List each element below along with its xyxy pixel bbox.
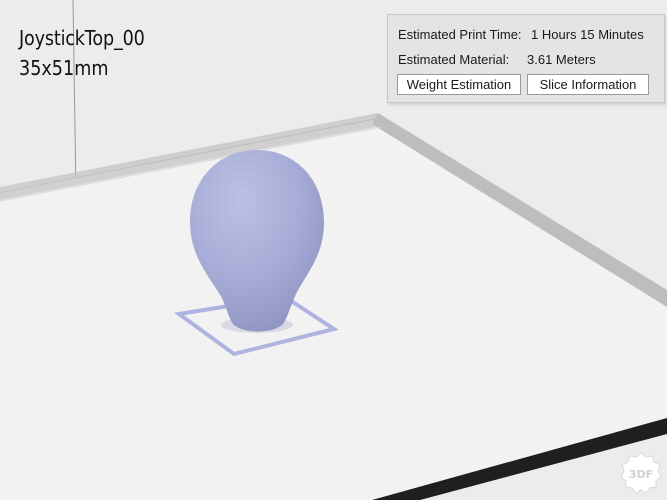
print-time-value: 1 Hours 15 Minutes (531, 27, 644, 42)
3d-viewport[interactable]: JoystickTop_00 35x51mm Estimated Print T… (0, 0, 667, 500)
3df-logo-icon: 3DF (620, 452, 662, 494)
model-dimensions: 35x51mm (19, 56, 109, 80)
material-value: 3.61 Meters (527, 52, 596, 67)
logo-text: 3DF (629, 468, 653, 481)
weight-estimation-button[interactable]: Weight Estimation (397, 74, 521, 95)
model-name: JoystickTop_00 (19, 26, 145, 50)
print-time-row: Estimated Print Time: 1 Hours 15 Minutes (398, 27, 644, 42)
material-label: Estimated Material: (398, 52, 510, 67)
material-row: Estimated Material: 3.61 Meters (398, 52, 596, 67)
slice-information-button[interactable]: Slice Information (527, 74, 649, 95)
print-time-label: Estimated Print Time: (398, 27, 522, 42)
estimate-info-panel: Estimated Print Time: 1 Hours 15 Minutes… (387, 14, 665, 103)
